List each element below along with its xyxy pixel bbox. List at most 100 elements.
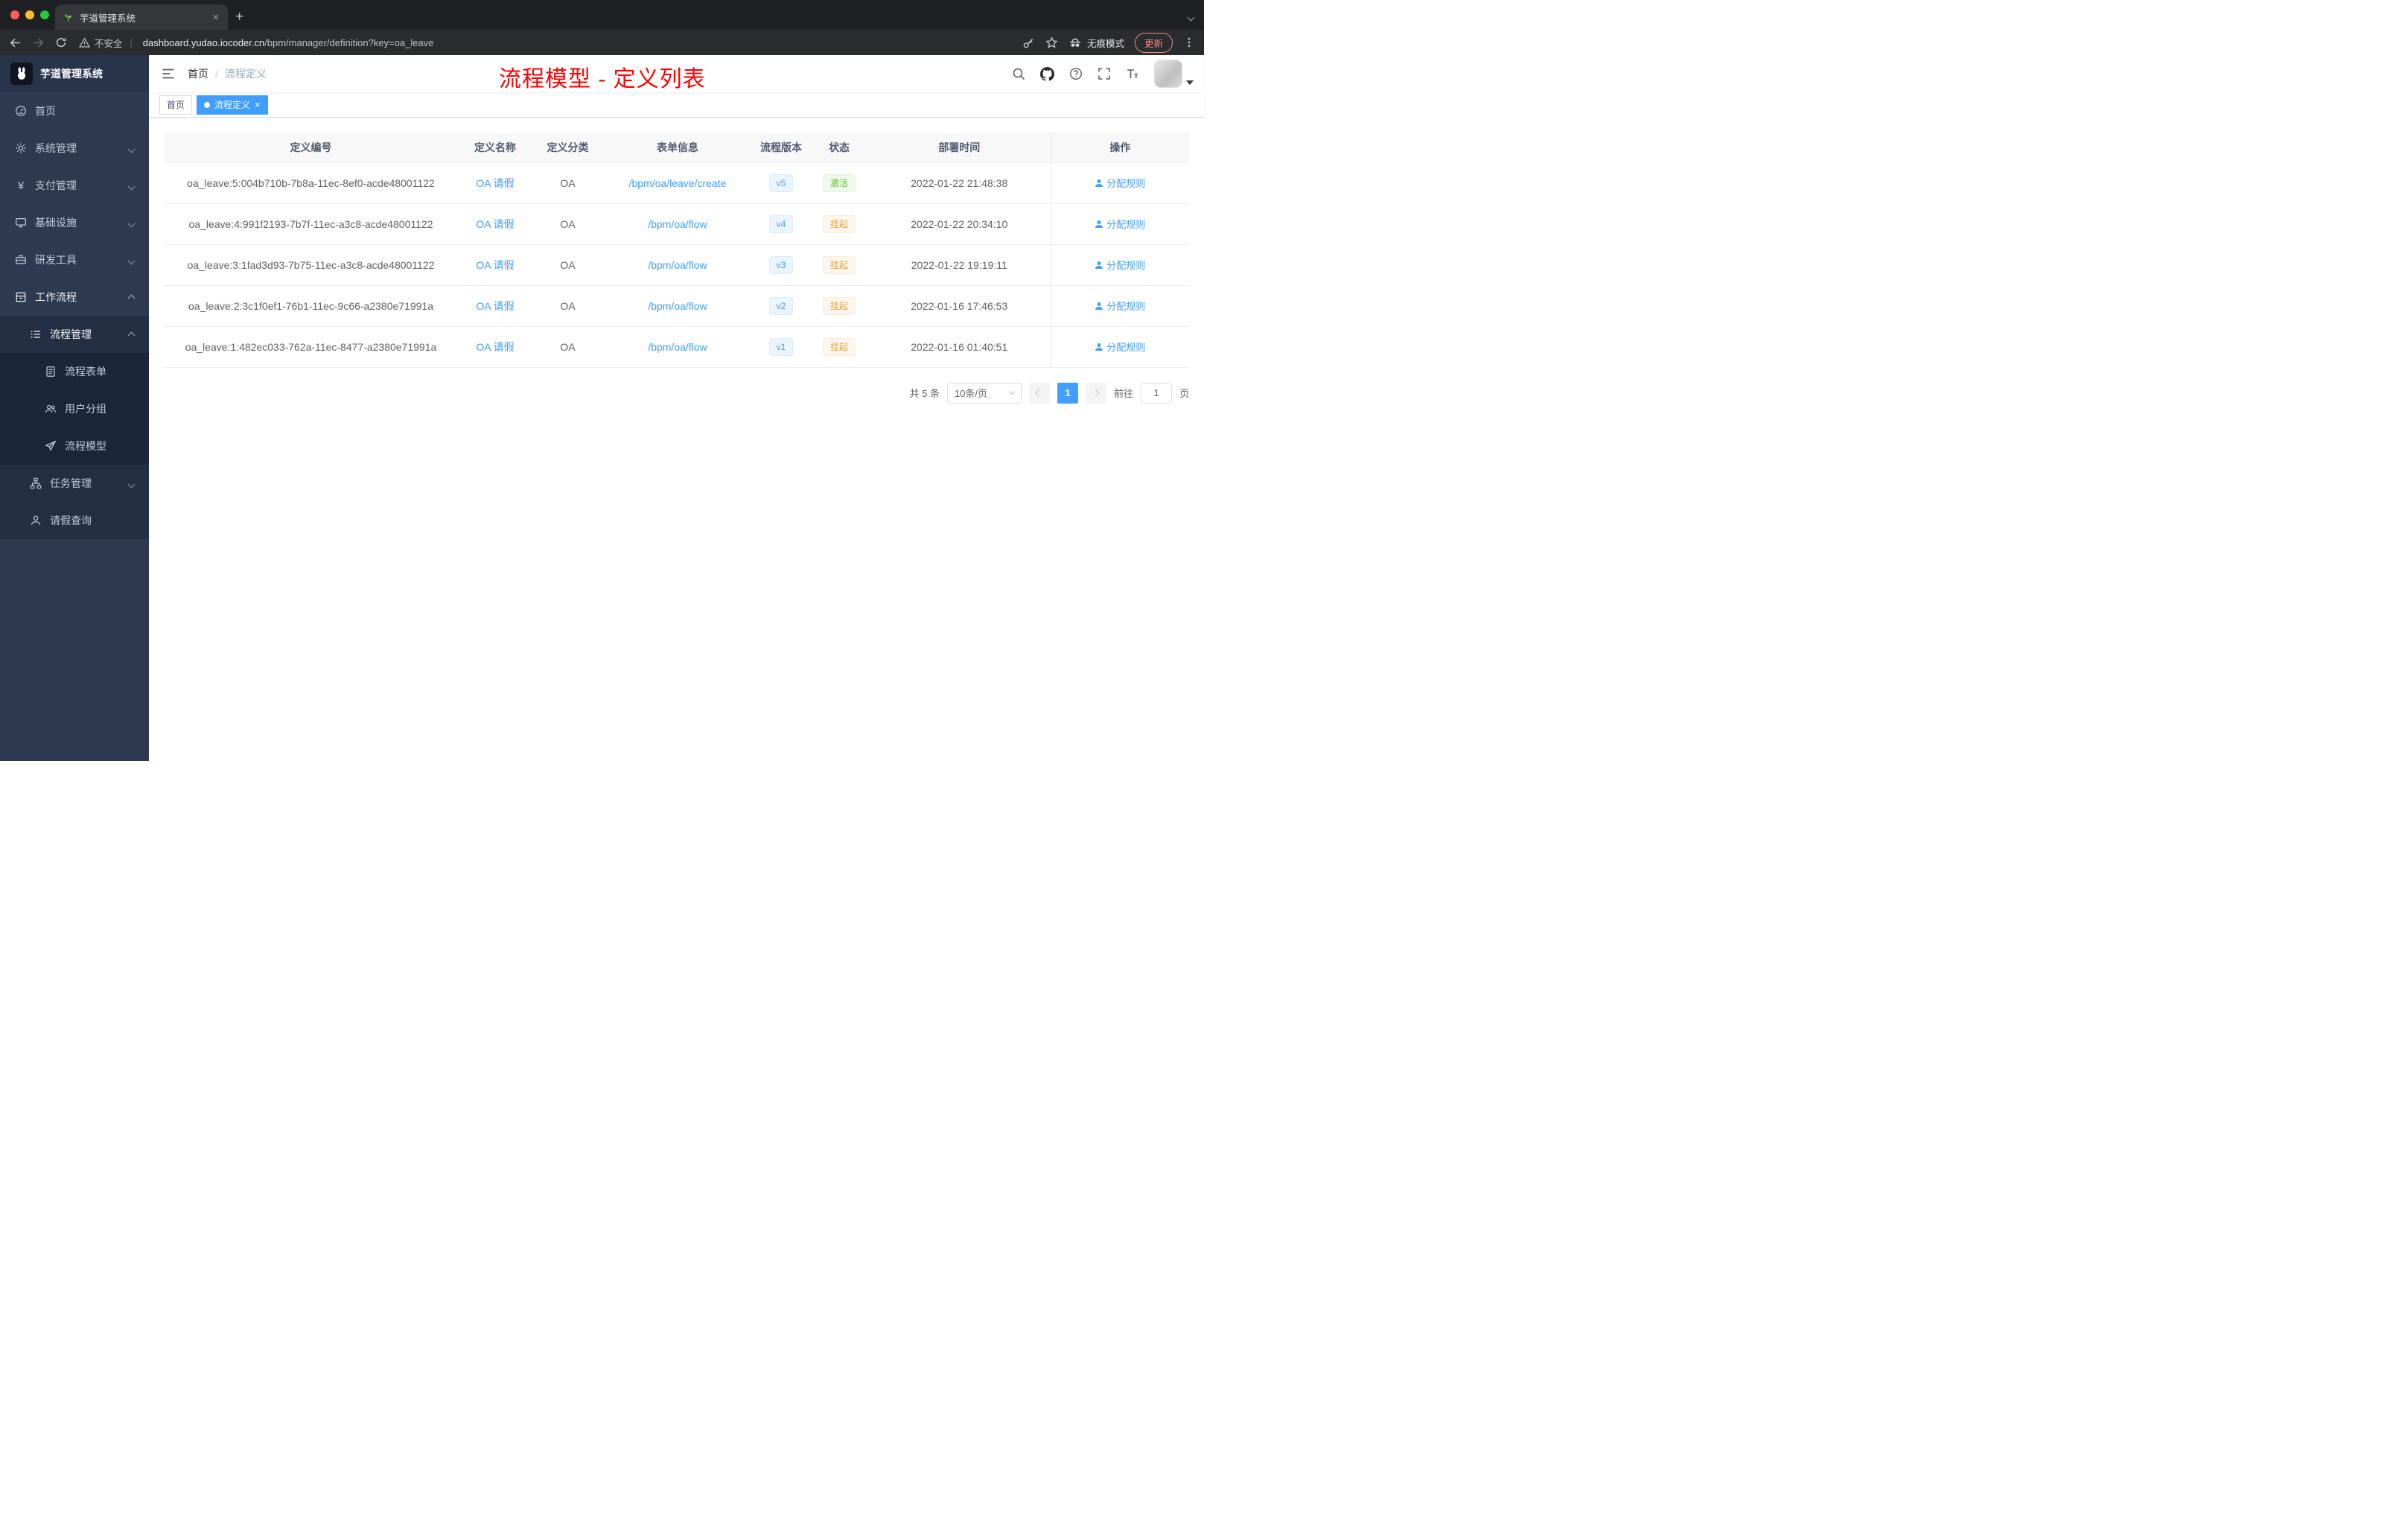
- help-icon[interactable]: [1069, 67, 1083, 80]
- deploy-time: 2022-01-22 19:19:11: [911, 258, 1007, 271]
- back-icon[interactable]: [9, 36, 22, 49]
- form-link[interactable]: /bpm/oa/flow: [648, 300, 707, 312]
- browser-menu-icon[interactable]: [1183, 36, 1195, 48]
- font-size-icon[interactable]: [1126, 67, 1139, 80]
- sidebar-item-label: 请假查询: [50, 515, 92, 526]
- sidebar-item-leave-query[interactable]: 请假查询: [0, 502, 149, 539]
- breadcrumb-home[interactable]: 首页: [188, 66, 208, 81]
- tag-close-icon[interactable]: ×: [255, 100, 261, 109]
- sidebar-item-process-management[interactable]: 流程管理: [0, 316, 149, 353]
- version-tag: v1: [768, 337, 794, 356]
- cabinet-icon: [16, 292, 26, 302]
- search-icon[interactable]: [1012, 67, 1025, 80]
- url-separator: |: [130, 37, 133, 48]
- definition-name-link[interactable]: OA 请假: [476, 300, 514, 312]
- reload-icon[interactable]: [55, 36, 67, 48]
- new-tab-button[interactable]: +: [235, 9, 243, 25]
- pagination: 共 5 条 10条/页 1 前往 页: [164, 382, 1189, 404]
- form-link[interactable]: /bpm/oa/flow: [648, 218, 707, 230]
- tag-process-definition[interactable]: 流程定义 ×: [197, 95, 268, 115]
- definition-name-link[interactable]: OA 请假: [476, 259, 514, 271]
- sidebar-logo[interactable]: 芋道管理系统: [0, 55, 149, 92]
- version-tag: v3: [768, 255, 794, 274]
- sidebar-item-workflow[interactable]: 工作流程: [0, 278, 149, 316]
- sidebar-item-system-management[interactable]: 系统管理: [0, 130, 149, 167]
- tree-icon: [30, 477, 42, 489]
- goto-page-input[interactable]: [1140, 382, 1172, 404]
- incognito-label: 无痕模式: [1086, 38, 1124, 49]
- close-window-button[interactable]: [10, 10, 19, 19]
- table-header-row: 定义编号 定义名称 定义分类 表单信息 流程版本 状态 部署时间 操作: [164, 133, 1189, 163]
- sidebar-item-home[interactable]: 首页: [0, 92, 149, 130]
- browser-tabstrip: 芋道管理系统 × +: [0, 0, 1204, 30]
- bookmark-star-icon[interactable]: [1045, 36, 1058, 49]
- url-text[interactable]: dashboard.yudao.iocoder.cn/bpm/manager/d…: [143, 37, 1015, 48]
- sidebar-item-user-group[interactable]: 用户分组: [0, 390, 149, 427]
- form-link[interactable]: /bpm/oa/flow: [648, 341, 707, 353]
- definition-name-link[interactable]: OA 请假: [476, 341, 514, 353]
- definition-id: oa_leave:5:004b710b-7b8a-11ec-8ef0-acde4…: [187, 176, 435, 189]
- definition-name-link[interactable]: OA 请假: [476, 218, 514, 230]
- chevron-down-icon: [127, 179, 136, 191]
- browser-tab[interactable]: 芋道管理系统 ×: [55, 4, 228, 30]
- next-page-button[interactable]: [1085, 382, 1106, 404]
- sidebar-item-label: 用户分组: [65, 403, 106, 415]
- update-button[interactable]: 更新: [1134, 32, 1173, 53]
- key-icon[interactable]: [1022, 36, 1035, 49]
- goto-label: 前往: [1113, 388, 1133, 399]
- definition-name-link[interactable]: OA 请假: [476, 177, 514, 189]
- security-warning[interactable]: 不安全 |: [79, 36, 136, 50]
- sidebar-item-dev-tools[interactable]: 研发工具: [0, 241, 149, 278]
- navbar: 首页 / 流程定义 流程模型 - 定义列表: [149, 55, 1204, 92]
- sidebar-item-task-management[interactable]: 任务管理: [0, 465, 149, 502]
- deploy-time: 2022-01-22 20:34:10: [911, 217, 1008, 230]
- incognito-icon: [1069, 38, 1080, 47]
- minimize-window-button[interactable]: [25, 10, 34, 19]
- deploy-time: 2022-01-16 01:40:51: [911, 340, 1008, 353]
- table-row: oa_leave:1:482ec033-762a-11ec-8477-a2380…: [164, 326, 1189, 368]
- assign-rule-link[interactable]: 分配规则: [1095, 217, 1145, 231]
- assign-rule-link[interactable]: 分配规则: [1095, 340, 1145, 354]
- avatar[interactable]: [1154, 60, 1182, 88]
- maximize-window-button[interactable]: [40, 10, 49, 19]
- form-link[interactable]: /bpm/oa/flow: [648, 259, 707, 271]
- security-label: 不安全: [95, 38, 123, 49]
- table-body: oa_leave:5:004b710b-7b8a-11ec-8ef0-acde4…: [164, 162, 1189, 368]
- browser-addressbar: 不安全 | dashboard.yudao.iocoder.cn/bpm/man…: [0, 30, 1204, 55]
- page-size-select[interactable]: 10条/页: [946, 382, 1022, 404]
- form-link[interactable]: /bpm/oa/leave/create: [629, 177, 727, 189]
- prev-page-button[interactable]: [1028, 382, 1050, 404]
- assign-rule-link[interactable]: 分配规则: [1095, 258, 1145, 272]
- forward-icon[interactable]: [32, 36, 45, 49]
- assign-rule-link[interactable]: 分配规则: [1095, 299, 1145, 313]
- user-menu[interactable]: [1154, 60, 1194, 88]
- assign-rule-link[interactable]: 分配规则: [1095, 176, 1145, 190]
- caret-down-icon: [1186, 80, 1194, 85]
- fullscreen-icon[interactable]: [1098, 67, 1111, 80]
- definition-table: 定义编号 定义名称 定义分类 表单信息 流程版本 状态 部署时间 操作 oa_l…: [164, 133, 1189, 368]
- chevron-up-icon: [127, 328, 136, 340]
- monitor-icon: [16, 218, 26, 228]
- sidebar-item-process-form[interactable]: 流程表单: [0, 353, 149, 390]
- page-number-button[interactable]: 1: [1057, 382, 1078, 404]
- definition-category: OA: [560, 258, 576, 271]
- column-header-name: 定义名称: [458, 133, 532, 163]
- sidebar-item-label: 研发工具: [35, 254, 77, 266]
- sidebar-item-process-model[interactable]: 流程模型: [0, 427, 149, 465]
- pagination-total: 共 5 条: [909, 388, 940, 399]
- tab-search-chevron-icon[interactable]: [1187, 10, 1195, 24]
- warning-icon: [79, 37, 90, 47]
- tab-close-icon[interactable]: ×: [211, 12, 220, 23]
- hamburger-icon[interactable]: [149, 66, 188, 81]
- tag-home[interactable]: 首页: [159, 95, 193, 115]
- chevron-down-icon: [127, 142, 136, 154]
- sidebar-item-infrastructure[interactable]: 基础设施: [0, 204, 149, 241]
- column-header-deploy-time: 部署时间: [868, 133, 1051, 163]
- document-icon: [46, 366, 55, 377]
- table-row: oa_leave:2:3c1f0ef1-76b1-11ec-9c66-a2380…: [164, 285, 1189, 327]
- page-size-value: 10条/页: [954, 388, 988, 399]
- definition-category: OA: [560, 176, 576, 189]
- sidebar-item-payment-management[interactable]: ¥ 支付管理: [0, 167, 149, 204]
- sidebar-item-label: 工作流程: [35, 291, 77, 303]
- github-icon[interactable]: [1040, 66, 1054, 81]
